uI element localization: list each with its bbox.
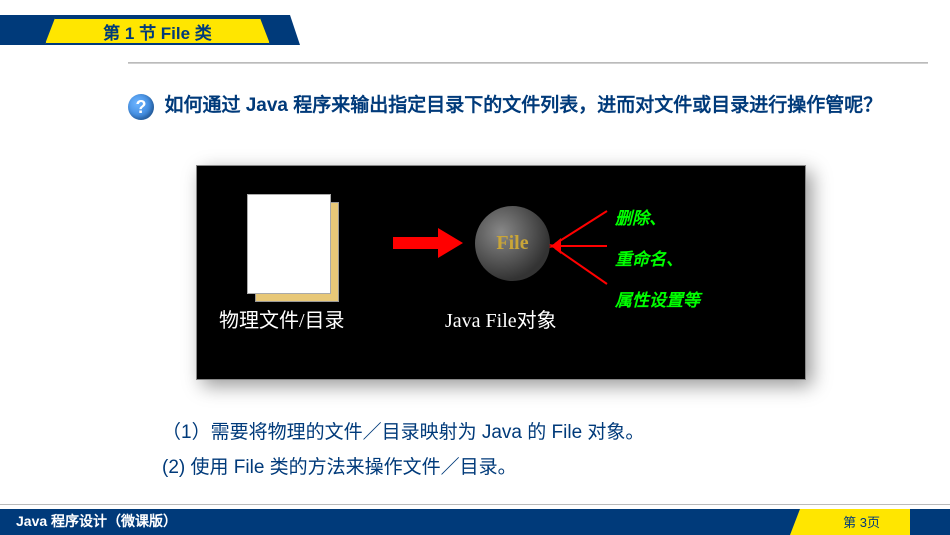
answer-block: （1）需要将物理的文件／目录映射为 Java 的 File 对象。 (2) 使用… [162,415,644,485]
footer-page-number: 第 3页 [843,512,880,531]
file-object-circle: File [475,206,550,281]
physical-file-label: 物理文件/目录 [219,304,345,333]
arrow-right-icon [393,228,463,258]
footer-bar: Java 程序设计（微课版） 第 3页 [0,509,950,535]
question-block: ? 如何通过 Java 程序来输出指定目录下的文件列表，进而对文件或目录进行操作… [128,90,898,122]
file-circle-label: File [496,232,528,255]
operation-list: 删除、 重命名、 属性设置等 [615,204,700,327]
diagram: 物理文件/目录 File Java File对象 删除、 重命名、 属性设置等 [196,165,806,380]
op-attrs: 属性设置等 [615,286,700,311]
op-delete: 删除、 [615,204,700,229]
answer-line-2: (2) 使用 File 类的方法来操作文件／目录。 [162,450,644,485]
divider-bottom [0,504,950,505]
footer-title: Java 程序设计（微课版） [16,511,177,531]
question-text: 如何通过 Java 程序来输出指定目录下的文件列表，进而对文件或目录进行操作管呢… [164,95,882,116]
section-title: 第 1 节 File 类 [45,18,270,44]
operation-arrows-icon [547,196,617,296]
question-icon: ? [128,94,154,120]
answer-line-1: （1）需要将物理的文件／目录映射为 Java 的 File 对象。 [162,415,644,450]
java-file-object-label: Java File对象 [445,304,557,333]
divider-top [128,62,928,64]
op-rename: 重命名、 [615,245,700,270]
physical-file-icon [247,194,339,304]
section-header: 第 1 节 File 类 [0,15,300,45]
